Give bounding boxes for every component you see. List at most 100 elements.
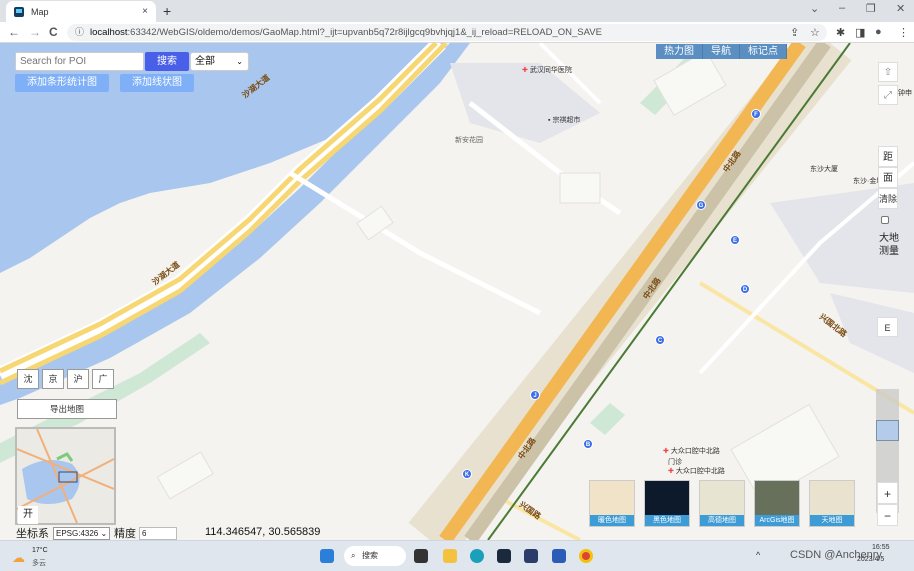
overview-toggle-button[interactable]: 开	[18, 506, 38, 524]
browser-tab-strip: Map × + ⌄ – ❐ ✕	[0, 0, 914, 22]
windows-taskbar: ☁ 17°C 多云 ⌕ 搜索 ^ CSDN @Anchenry 16:55 20…	[0, 540, 914, 571]
basemap-warm[interactable]: 暖色地图	[589, 480, 635, 527]
city-button-shenyang[interactable]: 沈	[17, 369, 39, 389]
basemap-label: 暖色地图	[590, 515, 634, 526]
basemap-arcgis[interactable]: ArcGis地图	[754, 480, 800, 527]
station-marker[interactable]: C	[655, 335, 665, 345]
geodesic-checkbox[interactable]	[881, 216, 889, 224]
poi-search-input[interactable]	[15, 52, 144, 71]
building	[156, 451, 214, 500]
clear-measure-button[interactable]: 清除	[878, 188, 898, 209]
bookmark-star-icon[interactable]: ☆	[810, 26, 820, 39]
north-arrow-button[interactable]: ⇧	[878, 62, 898, 82]
new-tab-button[interactable]: +	[163, 3, 171, 19]
reload-button[interactable]: C	[49, 25, 58, 39]
precision-input[interactable]: 6	[139, 526, 177, 540]
map-tiles	[0, 43, 914, 540]
map-canvas[interactable]: ✚ 武汉同华医院 ▪ 宗祺超市 新安花园 沙湖大道 沙湖大道 中北路 中北路 中…	[0, 43, 914, 540]
chevron-down-icon: ⌄	[236, 57, 243, 66]
tab-markers[interactable]: 标记点	[740, 44, 787, 59]
poi-label[interactable]: 东沙大厦	[810, 164, 838, 174]
measure-area-button[interactable]: 面	[878, 167, 898, 188]
add-line-chart-button[interactable]: 添加线状图	[120, 74, 194, 92]
station-marker[interactable]: K	[462, 469, 472, 479]
garden-label: 新安花园	[455, 137, 483, 144]
tab-search-chevron-icon[interactable]: ⌄	[810, 2, 819, 15]
add-bar-chart-button[interactable]: 添加条形统计图	[15, 74, 109, 92]
tab-heatmap[interactable]: 热力图	[656, 44, 703, 59]
app-icon[interactable]	[524, 549, 538, 563]
share-icon[interactable]: ⇪	[790, 26, 799, 39]
weather-temp: 17°C	[32, 547, 48, 554]
clinic-icon: ✚	[663, 448, 669, 455]
shop-icon: ▪	[548, 117, 551, 124]
supermarket-label[interactable]: ▪ 宗祺超市	[548, 115, 580, 125]
coordinate-settings: 坐标系 EPSG:4326 ⌄ 精度 6	[16, 526, 177, 540]
chrome-icon[interactable]	[579, 549, 593, 563]
url-path: :63342/WebGIS/oldemo/demos/GaoMap.html?_…	[127, 27, 602, 38]
edge-icon[interactable]	[470, 549, 484, 563]
address-toolbar: ← → C ⓘ localhost:63342/WebGIS/oldemo/dem…	[0, 22, 914, 43]
profile-avatar-icon[interactable]: ●	[875, 26, 882, 38]
clinic-label[interactable]: ✚ 大众口腔中北路	[668, 466, 725, 476]
station-marker[interactable]: J	[530, 390, 540, 400]
windows-start-icon[interactable]	[320, 549, 334, 563]
e-button[interactable]: E	[877, 317, 898, 337]
webstorm-favicon-icon	[14, 6, 24, 17]
basemap-label: 高德地图	[700, 515, 744, 526]
zoom-slider-thumb[interactable]	[876, 419, 899, 441]
url-bar[interactable]: ⓘ localhost:63342/WebGIS/oldemo/demos/Gao…	[67, 24, 827, 41]
basemap-label: 黑色地图	[645, 515, 689, 526]
file-explorer-icon[interactable]	[443, 549, 457, 563]
site-info-icon[interactable]: ⓘ	[75, 27, 84, 37]
city-button-beijing[interactable]: 京	[42, 369, 64, 389]
city-button-shanghai[interactable]: 沪	[67, 369, 89, 389]
city-button-guangzhou[interactable]: 广	[92, 369, 114, 389]
top-tab-bar: 热力图 导航 标记点	[656, 44, 787, 59]
clinic-label[interactable]: ✚ 大众口腔中北路	[663, 446, 720, 456]
browser-tab[interactable]: Map ×	[6, 1, 156, 22]
station-marker[interactable]: F	[751, 109, 761, 119]
zoom-in-button[interactable]: +	[877, 482, 898, 504]
clock-date[interactable]: 2023/4/5	[857, 556, 884, 563]
extensions-icon[interactable]: ✱	[836, 26, 845, 39]
geodesic-label: 测量	[879, 246, 899, 257]
measure-distance-button[interactable]: 距	[878, 146, 898, 167]
basemap-label: ArcGis地图	[755, 515, 799, 526]
export-map-button[interactable]: 导出地图	[17, 399, 117, 419]
category-select[interactable]: 全部 ⌄	[190, 52, 249, 71]
fullscreen-button[interactable]: ⤢	[878, 85, 898, 105]
close-window-button[interactable]: ✕	[896, 2, 905, 15]
task-view-icon[interactable]	[414, 549, 428, 563]
hospital-label[interactable]: ✚ 武汉同华医院	[522, 65, 572, 75]
side-panel-icon[interactable]: ◨	[855, 26, 865, 39]
minor-road	[288, 170, 542, 316]
back-button[interactable]: ←	[8, 25, 20, 39]
tab-navigation[interactable]: 导航	[703, 44, 740, 59]
station-marker[interactable]: G	[696, 200, 706, 210]
crs-select[interactable]: EPSG:4326 ⌄	[53, 526, 110, 540]
basemap-tianditu[interactable]: 天地图	[809, 480, 855, 527]
category-selected: 全部	[195, 56, 215, 67]
basemap-amap[interactable]: 高德地图	[699, 480, 745, 527]
tray-chevron-icon[interactable]: ^	[756, 550, 760, 560]
tab-close-icon[interactable]: ×	[142, 6, 148, 17]
station-marker[interactable]: E	[730, 235, 740, 245]
station-marker[interactable]: D	[740, 284, 750, 294]
building	[559, 172, 601, 204]
webstorm-icon[interactable]	[497, 549, 511, 563]
forward-button[interactable]: →	[29, 25, 41, 39]
poi-label[interactable]: 钟申	[898, 88, 912, 98]
word-icon[interactable]	[552, 549, 566, 563]
taskbar-search[interactable]: ⌕ 搜索	[344, 546, 406, 566]
station-marker[interactable]: B	[583, 439, 593, 449]
minimize-button[interactable]: –	[839, 2, 845, 14]
weather-desc: 多云	[32, 560, 46, 567]
hospital-icon: ✚	[522, 67, 528, 74]
clock-time[interactable]: 16:55	[872, 544, 890, 551]
search-button[interactable]: 搜索	[145, 52, 189, 71]
basemap-dark[interactable]: 黑色地图	[644, 480, 690, 527]
restore-button[interactable]: ❐	[866, 2, 876, 15]
zoom-out-button[interactable]: −	[877, 504, 898, 526]
browser-menu-icon[interactable]: ⋮	[898, 26, 909, 39]
